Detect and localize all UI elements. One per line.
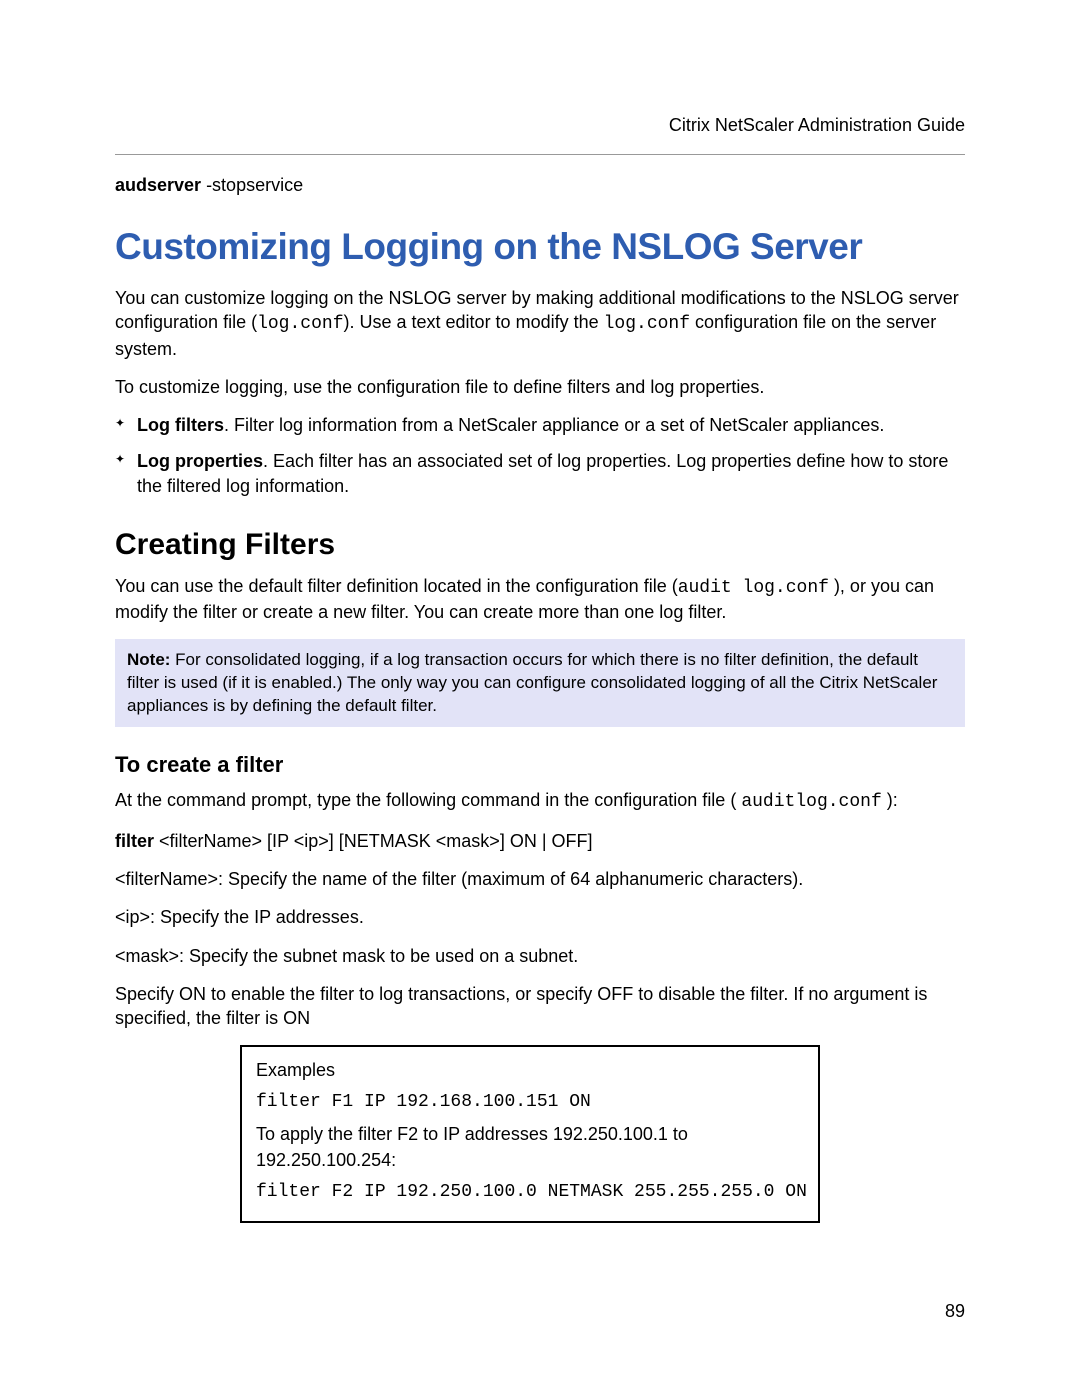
- h2-creating-filters: Creating Filters: [115, 528, 965, 562]
- example-line-1: filter F1 IP 192.168.100.151 ON: [256, 1089, 804, 1115]
- h1-title: Customizing Logging on the NSLOG Server: [115, 226, 965, 268]
- filters-p1: You can use the default filter definitio…: [115, 574, 965, 625]
- create-p1: At the command prompt, type the followin…: [115, 788, 965, 814]
- bullet-log-filters: Log filters. Filter log information from…: [115, 413, 965, 437]
- examples-box: Examples filter F1 IP 192.168.100.151 ON…: [240, 1045, 820, 1223]
- header-doc-title: Citrix NetScaler Administration Guide: [669, 115, 965, 136]
- intro-p1: You can customize logging on the NSLOG s…: [115, 286, 965, 361]
- note-box: Note: For consolidated logging, if a log…: [115, 639, 965, 728]
- desc-filtername: <filterName>: Specify the name of the fi…: [115, 867, 965, 891]
- cmd-bold: audserver: [115, 175, 201, 195]
- page: Citrix NetScaler Administration Guide au…: [0, 0, 1080, 1397]
- content: audserver -stopservice Customizing Loggi…: [115, 170, 965, 1223]
- h3-to-create-filter: To create a filter: [115, 752, 965, 778]
- preamble-command: audserver -stopservice: [115, 175, 965, 196]
- page-number: 89: [945, 1301, 965, 1322]
- example-line-2: filter F2 IP 192.250.100.0 NETMASK 255.2…: [256, 1179, 804, 1205]
- header-rule: [115, 154, 965, 155]
- bullet-list: Log filters. Filter log information from…: [115, 413, 965, 498]
- desc-ip: <ip>: Specify the IP addresses.: [115, 905, 965, 929]
- example-desc: To apply the filter F2 to IP addresses 1…: [256, 1121, 804, 1173]
- filter-syntax: filter <filterName> [IP <ip>] [NETMASK <…: [115, 829, 965, 853]
- desc-onoff: Specify ON to enable the filter to log t…: [115, 982, 965, 1031]
- cmd-rest: -stopservice: [201, 175, 303, 195]
- intro-p2: To customize logging, use the configurat…: [115, 375, 965, 399]
- desc-mask: <mask>: Specify the subnet mask to be us…: [115, 944, 965, 968]
- bullet-log-properties: Log properties. Each filter has an assoc…: [115, 449, 965, 498]
- examples-label: Examples: [256, 1057, 804, 1083]
